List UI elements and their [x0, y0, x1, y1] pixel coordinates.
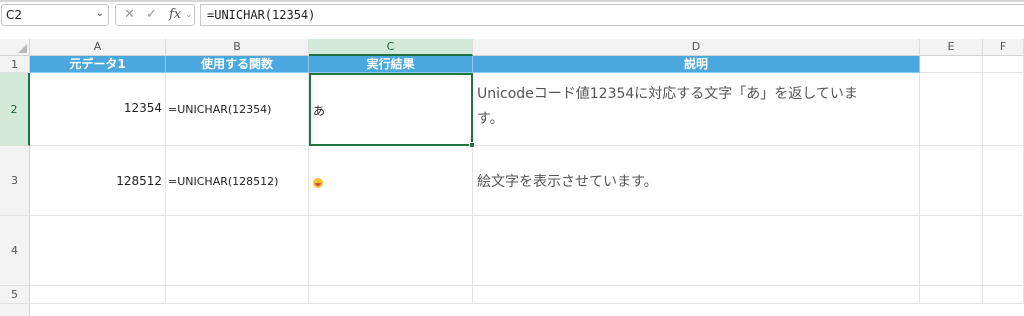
cell-e1[interactable] — [920, 56, 983, 73]
row-header-6[interactable] — [0, 304, 30, 316]
x-icon[interactable]: ✕ — [124, 7, 135, 22]
cell-a3-value: 128512 — [116, 174, 162, 188]
cell-d5[interactable] — [473, 286, 920, 304]
cell-f5[interactable] — [983, 286, 1024, 304]
cell-a2-value: 12354 — [123, 101, 162, 115]
cell-b3-value: =UNICHAR(128512) — [168, 175, 279, 188]
cell-e3[interactable] — [920, 146, 983, 216]
cell-d2-line1: Unicodeコード値12354に対応する文字「あ」を返していま — [477, 86, 858, 102]
cell-b5[interactable] — [166, 286, 309, 304]
cell-b2-value: =UNICHAR(12354) — [168, 103, 272, 116]
cell-a5[interactable] — [30, 286, 166, 304]
header-cell-c1[interactable]: 実行結果 — [309, 56, 473, 73]
column-header-a[interactable]: A — [30, 39, 166, 56]
column-header-f[interactable]: F — [983, 39, 1024, 56]
column-header-d[interactable]: D — [473, 39, 920, 56]
cell-d2-line2: す。 — [477, 111, 504, 127]
cell-e4[interactable] — [920, 216, 983, 286]
cell-b2[interactable]: =UNICHAR(12354) — [166, 73, 309, 146]
grinning-face-emoji-icon — [313, 175, 323, 189]
cell-f1[interactable] — [983, 56, 1024, 73]
header-cell-a1[interactable]: 元データ1 — [30, 56, 166, 73]
cell-b3[interactable]: =UNICHAR(128512) — [166, 146, 309, 216]
cell-d4[interactable] — [473, 216, 920, 286]
cell-a2[interactable]: 12354 — [30, 73, 166, 146]
cell-e2[interactable] — [920, 73, 983, 146]
select-all-button[interactable] — [0, 39, 30, 56]
cell-d3-value: 絵文字を表示させています。 — [477, 174, 658, 190]
header-cell-b1[interactable]: 使用する関数 — [166, 56, 309, 73]
row-header-1[interactable]: 1 — [0, 56, 30, 73]
cell-c5[interactable] — [309, 286, 473, 304]
formula-controls: ✕ ✓ fx ⌄ — [115, 4, 195, 26]
insert-function-button[interactable]: fx — [169, 7, 181, 22]
cell-d2[interactable]: Unicodeコード値12354に対応する文字「あ」を返していま す。 — [473, 73, 920, 146]
cell-a4[interactable] — [30, 216, 166, 286]
cell-e5[interactable] — [920, 286, 983, 304]
cell-c3[interactable] — [309, 146, 473, 216]
row-header-2[interactable]: 2 — [0, 73, 30, 146]
formula-input[interactable]: =UNICHAR(12354) — [200, 4, 1024, 26]
row-header-5[interactable]: 5 — [0, 286, 30, 304]
cell-f3[interactable] — [983, 146, 1024, 216]
column-header-c[interactable]: C — [309, 39, 473, 56]
row-header-3[interactable]: 3 — [0, 146, 30, 216]
row-header-4[interactable]: 4 — [0, 216, 30, 286]
name-box-value: C2 — [6, 8, 23, 22]
cell-f2[interactable] — [983, 73, 1024, 146]
cell-a3[interactable]: 128512 — [30, 146, 166, 216]
fill-handle[interactable] — [469, 142, 475, 148]
cell-b4[interactable] — [166, 216, 309, 286]
check-icon[interactable]: ✓ — [146, 7, 157, 22]
cell-c4[interactable] — [309, 216, 473, 286]
chevron-down-icon[interactable]: ⌄ — [185, 10, 193, 20]
name-box[interactable]: C2 ⌄ — [1, 4, 109, 26]
header-cell-d1[interactable]: 説明 — [473, 56, 920, 73]
column-header-b[interactable]: B — [166, 39, 309, 56]
active-cell-border — [309, 73, 473, 146]
column-header-e[interactable]: E — [920, 39, 983, 56]
chevron-down-icon[interactable]: ⌄ — [96, 8, 104, 19]
formula-text: =UNICHAR(12354) — [207, 8, 316, 22]
cell-f4[interactable] — [983, 216, 1024, 286]
cell-d3[interactable]: 絵文字を表示させています。 — [473, 146, 920, 216]
window-top-border — [0, 0, 1024, 2]
